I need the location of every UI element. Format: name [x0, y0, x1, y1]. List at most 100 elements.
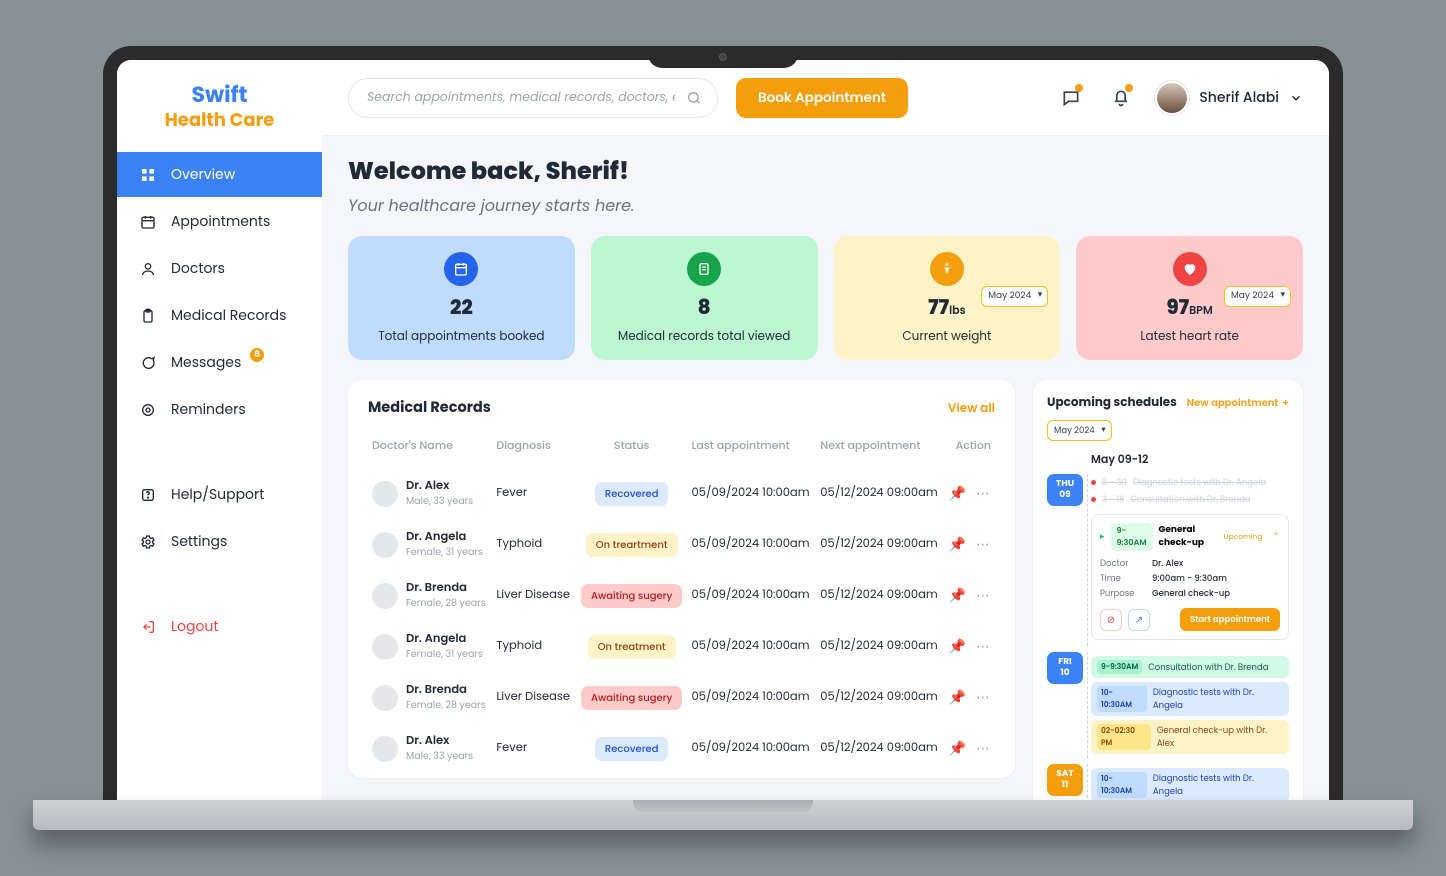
more-icon[interactable]: ⋯ — [976, 687, 990, 708]
status-badge: Recovered — [595, 737, 669, 761]
search-input[interactable] — [348, 78, 718, 118]
dot-icon — [1091, 497, 1096, 502]
gear-icon — [139, 533, 157, 551]
next-appointment-cell: 05/12/2024 09:00am — [816, 519, 944, 570]
more-icon[interactable]: ⋯ — [976, 585, 990, 606]
doctor-avatar — [372, 736, 398, 762]
doctor-sub: Male, 33 years — [406, 750, 473, 764]
col-diagnosis: Diagnosis — [492, 429, 576, 468]
doctor-name: Dr. Alex — [406, 478, 473, 495]
pin-icon[interactable]: 📌 — [948, 483, 965, 504]
main: Book Appointment Sherif Alabi — [322, 60, 1329, 800]
clipboard-icon — [139, 307, 157, 325]
records-table: Doctor's Name Diagnosis Status Last appo… — [368, 429, 995, 774]
event-text: Consultation with Dr. Brenda — [1148, 661, 1268, 674]
pin-icon[interactable]: 📌 — [948, 585, 965, 606]
heart-month-selector[interactable]: May 2024 — [1224, 286, 1291, 307]
pin-icon[interactable]: 📌 — [948, 534, 965, 555]
open-appointment-button[interactable]: ↗ — [1128, 609, 1150, 631]
day-tag-thu[interactable]: THU 09 — [1047, 474, 1083, 506]
page-title: Welcome back, Sherif! — [348, 154, 1303, 189]
current-appointment-card: ▸ 9-9:30AM General check-up Upcoming ⌃ D… — [1091, 514, 1289, 640]
table-row: Dr. AngelaFemale, 31 yearsTyphoidOn trea… — [368, 621, 995, 672]
medical-records-card: Medical Records View all Doctor's Name D… — [348, 380, 1015, 778]
doctor-sub: Female, 31 years — [406, 648, 483, 662]
table-row: Dr. AlexMale, 33 yearsFeverRecovered05/0… — [368, 723, 995, 774]
stat-label: Current weight — [902, 328, 991, 346]
weight-month-selector[interactable]: May 2024 — [981, 286, 1048, 307]
more-icon[interactable]: ⋯ — [976, 534, 990, 555]
doctor-sub: Female, 31 years — [406, 546, 483, 560]
stats-row: 22 Total appointments booked 8 Medical r… — [348, 236, 1303, 360]
accessibility-icon — [930, 252, 964, 286]
avatar — [1155, 81, 1189, 115]
col-status: Status — [576, 429, 688, 468]
sidebar-item-reminders[interactable]: Reminders — [117, 387, 322, 432]
more-icon[interactable]: ⋯ — [976, 483, 990, 504]
stat-value: 8 — [698, 292, 711, 322]
delete-appointment-button[interactable]: ⊘ — [1100, 609, 1122, 631]
sidebar-item-label: Messages — [171, 352, 241, 373]
play-icon: ▸ — [1100, 531, 1105, 544]
sidebar-item-label: Appointments — [171, 211, 270, 232]
primary-nav: Overview Appointments Doctors Medical Re… — [117, 152, 322, 649]
help-icon — [139, 486, 157, 504]
schedule-event[interactable]: 10-10:30AMDiagnostic tests with Dr. Ange… — [1091, 682, 1289, 716]
schedule-event[interactable]: 10-10:30AMDiagnostic tests with Dr. Ange… — [1091, 768, 1289, 800]
chevron-up-icon[interactable]: ⌃ — [1272, 531, 1280, 544]
event-time: 10-10:30AM — [1097, 686, 1147, 712]
event-time: 9-9:30AM — [1097, 660, 1142, 674]
user-menu[interactable]: Sherif Alabi — [1155, 81, 1303, 115]
status-badge: Recovered — [595, 482, 669, 506]
sidebar-item-medical-records[interactable]: Medical Records — [117, 293, 322, 338]
schedule-month-selector[interactable]: May 2024 — [1047, 420, 1112, 441]
next-appointment-cell: 05/12/2024 09:00am — [816, 468, 944, 519]
sidebar-item-doctors[interactable]: Doctors — [117, 246, 322, 291]
notifications-button[interactable] — [1105, 82, 1137, 114]
stat-value: 22 — [450, 292, 473, 322]
schedule-card: Upcoming schedules New appointment + May… — [1033, 380, 1303, 800]
next-appointment-cell: 05/12/2024 09:00am — [816, 672, 944, 723]
doctor-name: Dr. Brenda — [406, 580, 486, 597]
dot-icon — [1091, 480, 1096, 485]
next-appointment-cell: 05/12/2024 09:00am — [816, 621, 944, 672]
sidebar-item-overview[interactable]: Overview — [117, 152, 322, 197]
more-icon[interactable]: ⋯ — [976, 738, 990, 759]
start-appointment-button[interactable]: Start appointment — [1180, 608, 1280, 631]
sidebar-item-appointments[interactable]: Appointments — [117, 199, 322, 244]
pin-icon[interactable]: 📌 — [948, 636, 965, 657]
day-tag-fri[interactable]: FRI 10 — [1047, 652, 1083, 684]
day-tag-sat[interactable]: SAT 11 — [1047, 764, 1083, 796]
welcome: Welcome back, Sherif! Your healthcare jo… — [348, 154, 1303, 218]
messages-button[interactable] — [1055, 82, 1087, 114]
records-view-all[interactable]: View all — [948, 400, 995, 418]
webcam-icon — [719, 53, 727, 61]
stat-appointments: 22 Total appointments booked — [348, 236, 575, 360]
heart-icon — [1173, 252, 1207, 286]
diagnosis-cell: Fever — [492, 468, 576, 519]
brand-logo: Swift Health Care — [117, 72, 322, 152]
col-action: Action — [944, 429, 995, 468]
upcoming-tag: Upcoming — [1224, 531, 1263, 543]
schedule-event[interactable]: 9-9:30AM Consultation with Dr. Brenda — [1091, 656, 1289, 678]
last-appointment-cell: 05/09/2024 10:00am — [688, 723, 817, 774]
pin-icon[interactable]: 📌 — [948, 738, 965, 759]
sidebar-item-logout[interactable]: Logout — [117, 604, 322, 649]
doctor-name: Dr. Alex — [406, 733, 473, 750]
sidebar-item-help[interactable]: Help/Support — [117, 472, 322, 517]
new-appointment-button[interactable]: New appointment + — [1187, 395, 1289, 411]
status-badge: Awaiting sugery — [581, 686, 682, 710]
book-appointment-button[interactable]: Book Appointment — [736, 78, 908, 118]
sidebar-item-settings[interactable]: Settings — [117, 519, 322, 564]
stat-records: 8 Medical records total viewed — [591, 236, 818, 360]
messages-badge: 8 — [250, 348, 264, 362]
page-subtitle: Your healthcare journey starts here. — [348, 193, 1303, 218]
table-row: Dr. BrendaFemale, 28 yearsLiver DiseaseA… — [368, 570, 995, 621]
sidebar-item-messages[interactable]: Messages 8 — [117, 340, 322, 385]
status-badge: On treartment — [586, 533, 678, 557]
notification-dot-icon — [1075, 84, 1083, 92]
records-title: Medical Records — [368, 398, 491, 419]
pin-icon[interactable]: 📌 — [948, 687, 965, 708]
schedule-event[interactable]: 02-02:30 PMGeneral check-up with Dr. Ale… — [1091, 720, 1289, 754]
more-icon[interactable]: ⋯ — [976, 636, 990, 657]
